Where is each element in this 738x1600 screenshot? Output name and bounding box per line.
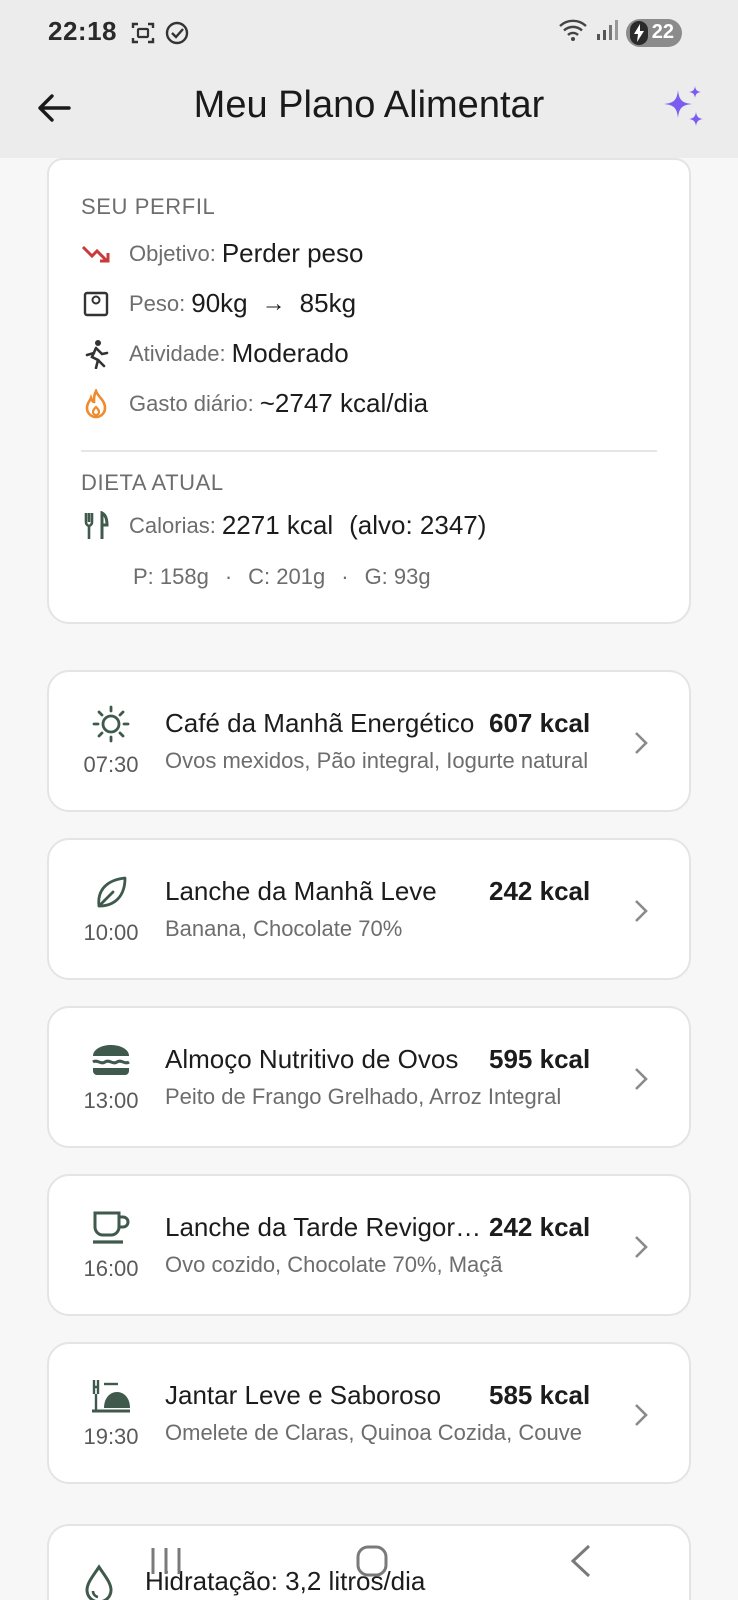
fork-knife-icon [81, 510, 111, 541]
coffee-cup-icon [87, 1204, 135, 1252]
meal-card-afternoon-snack[interactable]: 16:00 Lanche da Tarde Revigorante 242 kc… [47, 1174, 691, 1316]
meal-kcal: 242 kcal [489, 1212, 591, 1242]
calories-target: (alvo: 2347) [349, 510, 487, 540]
running-person-icon [81, 339, 111, 369]
diet-section-title: DIETA ATUAL [81, 470, 224, 495]
arrow-right-icon: → [261, 289, 286, 317]
meal-kcal: 242 kcal [489, 876, 591, 906]
app-bar: Meu Plano Alimentar [0, 66, 738, 158]
chevron-right-icon [635, 732, 648, 754]
meal-kcal: 585 kcal [489, 1380, 591, 1410]
meal-title: Almoço Nutritivo de Ovos [165, 1044, 459, 1074]
home-icon [356, 1545, 388, 1577]
expenditure-label: Gasto diário: [129, 390, 254, 416]
meal-card-lunch[interactable]: 13:00 Almoço Nutritivo de Ovos 595 kcal … [47, 1006, 691, 1148]
water-drop-icon [85, 1564, 113, 1600]
system-back-button[interactable] [550, 1536, 610, 1586]
sparkles-icon [664, 86, 703, 126]
meal-time: 07:30 [83, 752, 139, 777]
recent-apps-button[interactable] [136, 1536, 196, 1586]
fire-icon [81, 388, 111, 419]
meal-title: Jantar Leve e Saboroso [165, 1380, 442, 1410]
goal-value: Perder peso [221, 238, 364, 268]
weight-current: 90kg [191, 288, 248, 318]
activity-label: Atividade: [129, 340, 226, 366]
expenditure-row: Gasto diário: ~2747 kcal/dia [81, 388, 428, 419]
wifi-icon [558, 18, 588, 47]
chevron-left-icon [570, 1544, 591, 1578]
protein-value: P: 158g [133, 564, 209, 589]
activity-row: Atividade: Moderado [81, 338, 349, 369]
dinner-icon [87, 1372, 135, 1420]
meal-items: Omelete de Claras, Quinoa Cozida, Couve [165, 1420, 582, 1445]
status-time: 22:18 [48, 16, 117, 46]
profile-card: SEU PERFIL Objetivo: Perder peso Peso: 9… [47, 158, 691, 624]
battery-indicator: 22 [625, 18, 682, 47]
check-circle-icon [164, 20, 190, 51]
meal-items: Ovos mexidos, Pão integral, Iogurte natu… [165, 748, 589, 773]
chevron-right-icon [635, 1404, 648, 1426]
divider [81, 450, 657, 452]
carbs-value: C: 201g [248, 564, 326, 589]
meal-time: 16:00 [83, 1256, 139, 1281]
ai-sparkle-button[interactable] [658, 82, 708, 132]
meal-card-breakfast[interactable]: 07:30 Café da Manhã Energético 607 kcal … [47, 670, 691, 812]
leaf-icon [87, 868, 135, 916]
expenditure-value: ~2747 kcal/dia [259, 388, 429, 418]
activity-value: Moderado [231, 338, 349, 368]
macros-row: P: 158g · C: 201g · G: 93g [133, 564, 431, 590]
meal-card-morning-snack[interactable]: 10:00 Lanche da Manhã Leve 242 kcal Bana… [47, 838, 691, 980]
meal-title: Lanche da Manhã Leve [165, 876, 437, 906]
meal-kcal: 607 kcal [489, 708, 591, 738]
meal-kcal: 595 kcal [489, 1044, 591, 1074]
meal-items: Banana, Chocolate 70% [165, 916, 403, 941]
status-bar: 22:18 22 [0, 0, 738, 66]
home-button[interactable] [342, 1536, 402, 1586]
meal-time: 10:00 [83, 920, 139, 945]
trending-down-icon [81, 239, 111, 269]
meal-time: 19:30 [83, 1424, 139, 1449]
weight-row: Peso: 90kg → 85kg [81, 288, 356, 319]
scale-icon [81, 289, 111, 319]
goal-row: Objetivo: Perder peso [81, 238, 363, 269]
screenshot-icon [130, 20, 156, 51]
meal-items: Ovo cozido, Chocolate 70%, Maçã [165, 1252, 503, 1277]
weight-target: 85kg [299, 288, 357, 318]
calories-value: 2271 kcal [221, 510, 334, 540]
meal-title: Café da Manhã Energético [165, 708, 475, 738]
profile-section-title: SEU PERFIL [81, 194, 216, 219]
chevron-right-icon [635, 900, 648, 922]
calories-label: Calorias: [129, 512, 216, 538]
fat-value: G: 93g [364, 564, 431, 589]
battery-level: 22 [651, 21, 674, 43]
macro-separator: · [341, 564, 349, 589]
goal-label: Objetivo: [129, 240, 216, 266]
charging-bolt-icon [629, 20, 648, 45]
recent-apps-icon [151, 1548, 181, 1574]
meal-items: Peito de Frango Grelhado, Arroz Integral [165, 1084, 562, 1109]
page-title: Meu Plano Alimentar [193, 84, 545, 126]
macro-separator: · [224, 564, 233, 589]
meal-time: 13:00 [83, 1088, 139, 1113]
signal-icon [596, 19, 618, 46]
chevron-right-icon [635, 1236, 648, 1258]
sun-icon [87, 700, 135, 748]
weight-label: Peso: [129, 290, 186, 316]
calories-row: Calorias: 2271 kcal (alvo: 2347) [81, 510, 486, 541]
meal-card-dinner[interactable]: 19:30 Jantar Leve e Saboroso 585 kcal Om… [47, 1342, 691, 1484]
meal-title: Lanche da Tarde Revigorante [165, 1212, 491, 1242]
burger-icon [87, 1036, 135, 1084]
chevron-right-icon [635, 1068, 648, 1090]
